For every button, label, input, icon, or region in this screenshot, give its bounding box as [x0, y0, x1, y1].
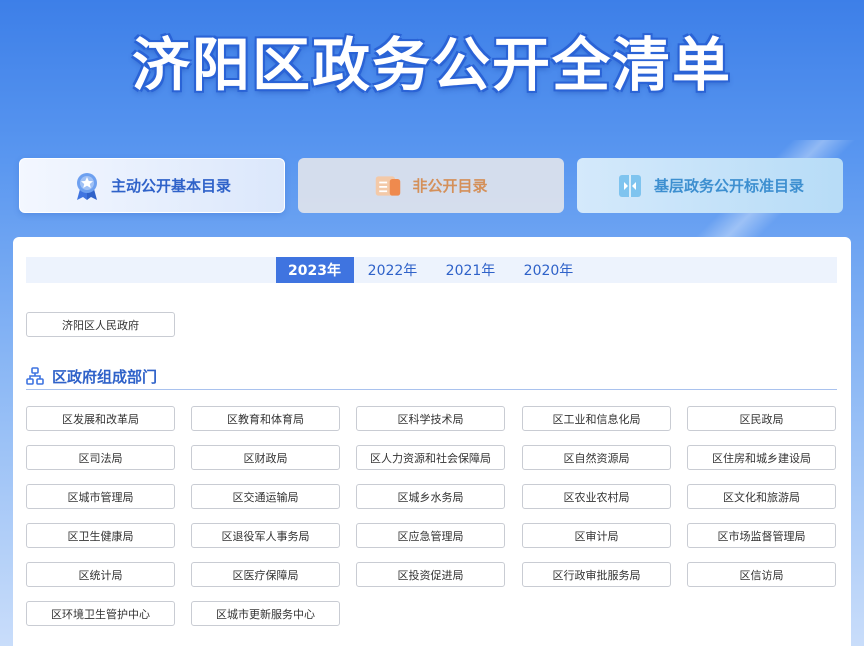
- tab-label: 非公开目录: [412, 177, 488, 195]
- department-button[interactable]: 区文化和旅游局: [687, 484, 836, 509]
- department-button[interactable]: 区退役军人事务局: [191, 523, 340, 548]
- government-button[interactable]: 济阳区人民政府: [26, 312, 175, 337]
- department-button[interactable]: 区科学技术局: [356, 406, 505, 431]
- department-button[interactable]: 区住房和城乡建设局: [687, 445, 836, 470]
- tab-active-disclosure[interactable]: 主动公开基本目录: [19, 158, 285, 213]
- department-button[interactable]: 区城市更新服务中心: [191, 601, 340, 626]
- department-button[interactable]: 区信访局: [687, 562, 836, 587]
- page-title: 济阳区政务公开全清单: [131, 31, 732, 99]
- department-button[interactable]: 区城乡水务局: [356, 484, 505, 509]
- department-button[interactable]: 区环境卫生管护中心: [26, 601, 175, 626]
- tab-year-2020[interactable]: 2020年: [510, 257, 588, 283]
- department-button[interactable]: 区行政审批服务局: [522, 562, 671, 587]
- org-chart-icon: [26, 367, 44, 385]
- tab-label: 主动公开基本目录: [110, 177, 231, 195]
- department-button[interactable]: 区工业和信息化局: [522, 406, 671, 431]
- tab-grassroots-standard[interactable]: 基层政务公开标准目录: [577, 158, 843, 213]
- tab-year-2023[interactable]: 2023年: [275, 257, 354, 283]
- department-button[interactable]: 区审计局: [522, 523, 671, 548]
- department-button[interactable]: 区交通运输局: [191, 484, 340, 509]
- category-tabs: 主动公开基本目录 非公开目录 基层政务公开标准目录: [19, 158, 844, 213]
- year-tabs: 2023年 2022年 2021年 2020年: [26, 257, 837, 283]
- content-panel: 2023年 2022年 2021年 2020年 济阳区人民政府 区政府组成部门 …: [13, 237, 851, 646]
- department-button[interactable]: 区人力资源和社会保障局: [356, 445, 505, 470]
- department-button[interactable]: 区医疗保障局: [191, 562, 340, 587]
- tab-label: 基层政务公开标准目录: [653, 177, 804, 195]
- department-button[interactable]: 区卫生健康局: [26, 523, 175, 548]
- department-button[interactable]: 区投资促进局: [356, 562, 505, 587]
- department-button[interactable]: 区财政局: [191, 445, 340, 470]
- department-button[interactable]: 区农业农村局: [522, 484, 671, 509]
- department-button[interactable]: 区应急管理局: [356, 523, 505, 548]
- department-button[interactable]: 区自然资源局: [522, 445, 671, 470]
- department-button[interactable]: 区发展和改革局: [26, 406, 175, 431]
- department-button[interactable]: 区统计局: [26, 562, 175, 587]
- book-icon: [616, 171, 644, 201]
- department-button[interactable]: 区市场监督管理局: [687, 523, 836, 548]
- medal-icon: [73, 171, 101, 201]
- section-title: 区政府组成部门: [52, 367, 158, 386]
- section-header: 区政府组成部门: [26, 363, 837, 390]
- department-button[interactable]: 区司法局: [26, 445, 175, 470]
- document-list-icon: [374, 171, 402, 201]
- department-button[interactable]: 区民政局: [687, 406, 836, 431]
- department-button[interactable]: 区城市管理局: [26, 484, 175, 509]
- tab-non-disclosure[interactable]: 非公开目录: [298, 158, 564, 213]
- tab-year-2022[interactable]: 2022年: [354, 257, 432, 283]
- department-button[interactable]: 区教育和体育局: [191, 406, 340, 431]
- tab-year-2021[interactable]: 2021年: [432, 257, 510, 283]
